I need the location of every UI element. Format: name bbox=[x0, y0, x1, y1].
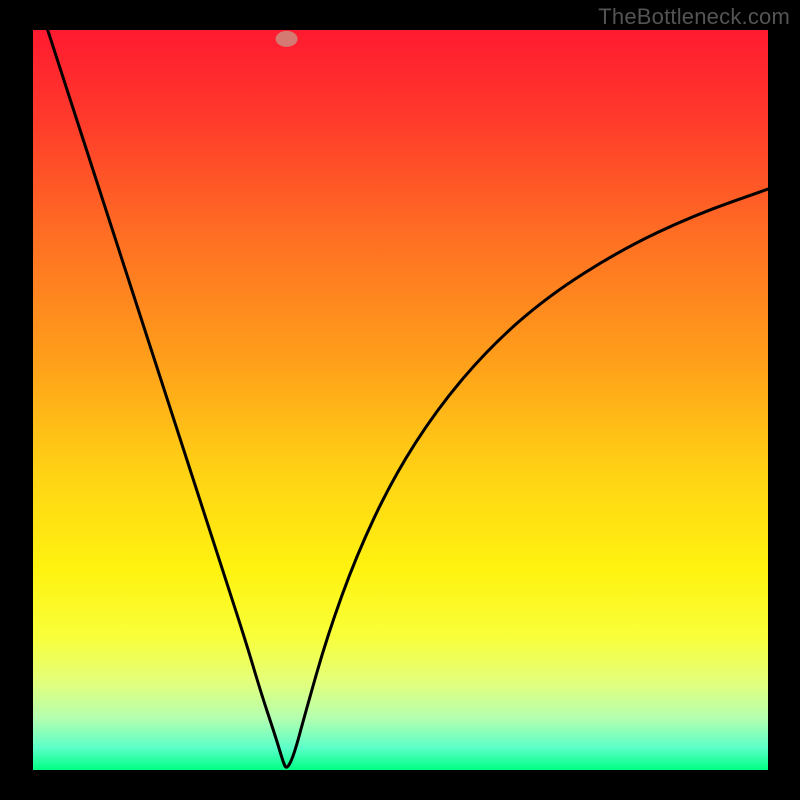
chart-frame: TheBottleneck.com bbox=[0, 0, 800, 800]
optimum-marker bbox=[276, 31, 298, 47]
watermark-text: TheBottleneck.com bbox=[598, 4, 790, 30]
bottleneck-chart bbox=[0, 0, 800, 800]
plot-background bbox=[33, 30, 768, 770]
